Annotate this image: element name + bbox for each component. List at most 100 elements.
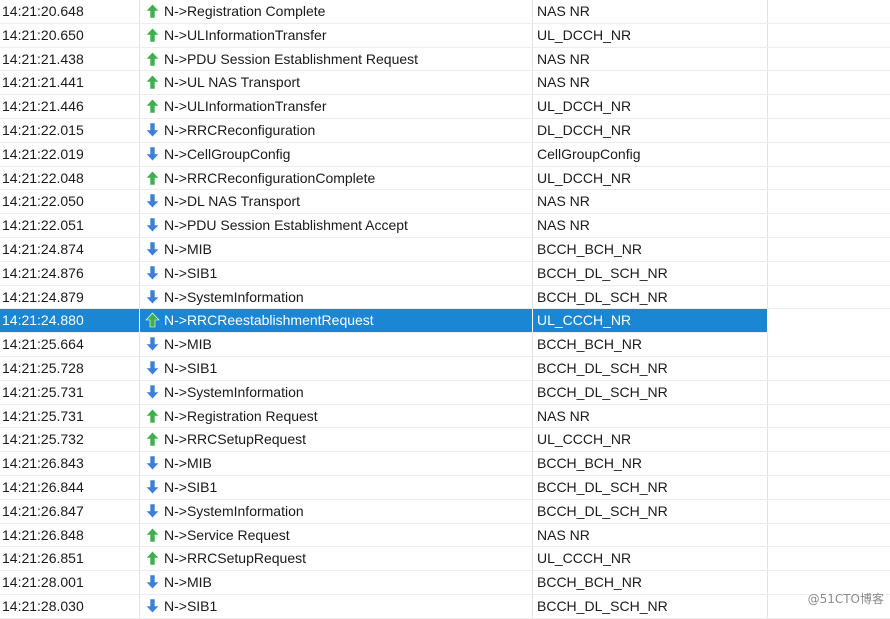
message-cell: N->SIB1 [141,594,533,618]
message-label: N->Registration Request [164,407,318,424]
message-label: N->SIB1 [164,359,218,376]
table-row[interactable]: 14:21:28.030 N->SIB1 BCCH_DL_SCH_NR [0,594,890,619]
table-row[interactable]: 14:21:25.728 N->SIB1 BCCH_DL_SCH_NR [0,356,890,381]
timestamp-cell: 14:21:22.051 [0,214,140,237]
downlink-arrow-icon [145,241,160,257]
message-label: N->SIB1 [164,264,218,281]
channel-cell: BCCH_BCH_NR [534,571,768,594]
table-row[interactable]: 14:21:22.019 N->CellGroupConfig CellGroupC… [0,142,890,167]
table-row[interactable]: 14:21:28.001 N->MIB BCCH_BCH_NR [0,571,890,595]
message-cell: N->DL NAS Transport [141,190,533,214]
channel-cell: BCCH_BCH_NR [534,237,768,261]
message-cell: N->SystemInformation [141,499,533,523]
timestamp-cell: 14:21:26.851 [0,547,140,571]
table-row[interactable]: 14:21:22.048 N->RRCReconfigurationComplet… [0,166,890,191]
message-cell: N->MIB [141,237,533,261]
table-row[interactable]: 14:21:25.731 N->Registration Request NAS N… [0,404,890,429]
message-label: N->RRCSetupRequest [164,550,307,567]
message-cell: N->CellGroupConfig [141,142,533,166]
table-row[interactable]: 14:21:21.446 N->ULInformationTransfer UL_D… [0,95,890,119]
table-row[interactable]: 14:21:26.843 N->MIB BCCH_BCH_NR [0,452,890,476]
timestamp-cell: 14:21:22.019 [0,142,140,166]
table-row[interactable]: 14:21:22.051 N->PDU Session Establishment… [0,214,890,238]
uplink-arrow-icon [145,27,160,43]
table-row[interactable]: 14:21:26.847 N->SystemInformation BCCH_DL_… [0,499,890,524]
timestamp-cell: 14:21:25.728 [0,356,140,380]
channel-cell: NAS NR [534,404,768,428]
channel-cell: UL_DCCH_NR [534,166,768,190]
message-cell: N->SystemInformation [141,380,533,404]
timestamp-cell: 14:21:25.731 [0,380,140,404]
downlink-arrow-icon [145,336,160,352]
table-row[interactable]: 14:21:22.050 N->DL NAS Transport NAS NR [0,190,890,215]
timestamp-cell: 14:21:26.847 [0,499,140,523]
channel-cell: CellGroupConfig [534,142,768,166]
uplink-arrow-icon [145,98,160,114]
downlink-arrow-icon [145,193,160,209]
timestamp-cell: 14:21:20.650 [0,23,140,47]
table-row[interactable]: 14:21:20.650 N->ULInformationTransfer UL_D… [0,23,890,48]
message-cell: N->RRCReestablishmentRequest [141,309,533,333]
downlink-arrow-icon [145,479,160,495]
channel-cell: NAS NR [534,0,768,23]
channel-cell: BCCH_BCH_NR [534,333,768,356]
timestamp-cell: 14:21:24.880 [0,309,140,333]
table-row[interactable]: 14:21:26.848 N->Service Request NAS NR [0,523,890,548]
message-label: N->RRCSetupRequest [164,431,307,448]
table-row[interactable]: 14:21:22.015 N->RRCReconfiguration DL_DCCH… [0,118,890,143]
message-cell: N->UL NAS Transport [141,71,533,95]
timestamp-cell: 14:21:25.731 [0,404,140,428]
message-cell: N->PDU Session Establishment Accept [141,214,533,237]
message-label: N->MIB [164,574,212,591]
table-row[interactable]: 14:21:26.844 N->SIB1 BCCH_DL_SCH_NR [0,475,890,500]
message-cell: N->MIB [141,571,533,594]
message-cell: N->Registration Complete [141,0,533,23]
channel-cell: UL_DCCH_NR [534,95,768,118]
uplink-arrow-icon [145,527,160,543]
uplink-arrow-icon [145,550,160,566]
table-row[interactable]: 14:21:26.851 N->RRCSetupRequest UL_CCCH_NR [0,547,890,572]
message-label: N->ULInformationTransfer [164,98,327,115]
message-label: N->ULInformationTransfer [164,26,327,43]
timestamp-cell: 14:21:22.048 [0,166,140,190]
timestamp-cell: 14:21:24.879 [0,285,140,309]
downlink-arrow-icon [145,598,160,614]
table-row[interactable]: 14:21:21.441 N->UL NAS Transport NAS NR [0,71,890,96]
message-label: N->SystemInformation [164,383,304,400]
uplink-arrow-icon [145,431,160,447]
table-row[interactable]: 14:21:24.876 N->SIB1 BCCH_DL_SCH_NR [0,261,890,286]
downlink-arrow-icon [145,265,160,281]
table-row[interactable]: 14:21:24.874 N->MIB BCCH_BCH_NR [0,237,890,262]
channel-cell: BCCH_DL_SCH_NR [534,356,768,380]
uplink-arrow-icon [145,74,160,90]
timestamp-cell: 14:21:28.030 [0,594,140,618]
message-cell: N->MIB [141,333,533,356]
table-row[interactable]: 14:21:25.732 N->RRCSetupRequest UL_CCCH_NR [0,428,890,453]
downlink-arrow-icon [145,289,160,305]
downlink-arrow-icon [145,455,160,471]
channel-cell: NAS NR [534,214,768,237]
channel-cell: UL_DCCH_NR [534,23,768,47]
table-row[interactable]: 14:21:25.664 N->MIB BCCH_BCH_NR [0,333,890,357]
message-label: N->PDU Session Establishment Accept [164,217,408,234]
table-row[interactable]: 14:21:24.879 N->SystemInformation BCCH_DL_… [0,285,890,310]
message-cell: N->SIB1 [141,356,533,380]
message-label: N->UL NAS Transport [164,74,301,91]
channel-cell: NAS NR [534,190,768,214]
message-cell: N->RRCReconfiguration [141,118,533,142]
message-label: N->SIB1 [164,597,218,614]
message-label: N->Registration Complete [164,3,326,19]
uplink-arrow-icon [145,3,160,19]
channel-cell: NAS NR [534,523,768,547]
table-row[interactable]: 14:21:21.438 N->PDU Session Establishment… [0,47,890,72]
message-label: N->RRCReconfiguration [164,121,316,138]
channel-cell: BCCH_BCH_NR [534,452,768,475]
table-row[interactable]: 14:21:20.648 N->Registration Complete NAS … [0,0,890,24]
timestamp-cell: 14:21:26.843 [0,452,140,475]
message-label: N->RRCReestablishmentRequest [164,312,374,329]
table-row[interactable]: 14:21:25.731 N->SystemInformation BCCH_DL_… [0,380,890,405]
channel-cell: BCCH_DL_SCH_NR [534,475,768,499]
channel-cell: DL_DCCH_NR [534,118,768,142]
table-row-selected[interactable]: 14:21:24.880 N->RRCReestablishmentRequest… [0,309,768,334]
message-cell: N->ULInformationTransfer [141,95,533,118]
